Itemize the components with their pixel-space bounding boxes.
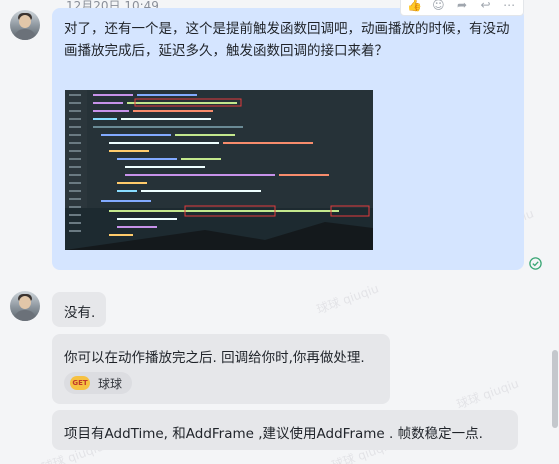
reply-icon[interactable]: ↩ — [477, 0, 495, 14]
message-bubble-other[interactable]: 项目有AddTime, 和AddFrame ,建议使用AddFrame . 帧数… — [52, 410, 518, 450]
read-check-icon — [529, 257, 542, 270]
message-text: 项目有AddTime, 和AddFrame ,建议使用AddFrame . 帧数… — [64, 426, 483, 442]
code-editor-thumbnail — [65, 90, 373, 250]
thumbs-up-icon[interactable]: 👍 — [406, 0, 424, 14]
emoji-icon[interactable]: ☺ — [429, 0, 447, 14]
sender-avatar[interactable] — [10, 10, 40, 40]
reaction-user: 球球 — [98, 376, 123, 391]
message-text: 对了，还有一个是，这个是提前触发函数回调吧，动画播放的时候，有没动画播放完成后，… — [64, 21, 510, 59]
scrollbar-thumb[interactable] — [552, 350, 558, 428]
watermark: 球球 qiuqiu — [314, 281, 381, 317]
message-action-toolbar: 👍 ☺ ➦ ↩ ⋯ — [400, 0, 524, 16]
message-bubble-other[interactable]: 你可以在动作播放完之后. 回调给你时,你再做处理. GET 球球 — [52, 334, 390, 404]
message-text: 没有. — [64, 305, 96, 321]
get-emoji-icon: GET — [70, 376, 90, 390]
reply-avatar[interactable] — [10, 291, 40, 321]
reaction-chip[interactable]: GET 球球 — [64, 372, 132, 394]
message-text: 你可以在动作播放完之后. 回调给你时,你再做处理. — [64, 350, 365, 366]
message-bubble-other[interactable]: 没有. — [52, 292, 106, 327]
message-bubble-self[interactable]: 对了，还有一个是，这个是提前触发函数回调吧，动画播放的时候，有没动画播放完成后，… — [52, 8, 524, 270]
watermark: 球球 qiuqiu — [454, 376, 521, 412]
share-icon[interactable]: ➦ — [453, 0, 471, 14]
code-screenshot-image[interactable] — [65, 90, 373, 250]
more-icon[interactable]: ⋯ — [500, 0, 518, 14]
